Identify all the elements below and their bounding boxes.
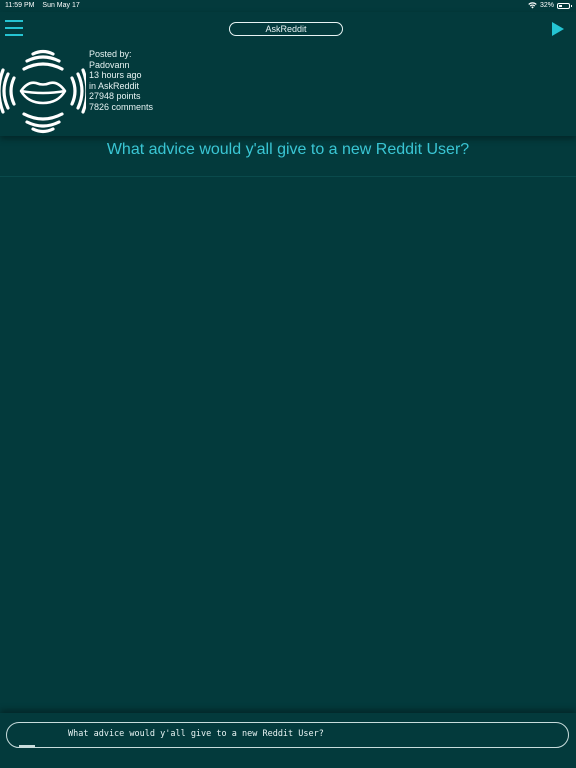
post-content-area — [0, 177, 576, 713]
bottom-player-bar: What advice would y'all give to a new Re… — [0, 713, 576, 768]
title-area: What advice would y'all give to a new Re… — [0, 136, 576, 177]
posted-by-label: Posted by: — [89, 49, 132, 59]
battery-percent: 32% — [539, 2, 554, 9]
post-header: AskReddit Posted by: Padovann 13 hours a… — [0, 12, 576, 136]
now-reading-field[interactable]: What advice would y'all give to a new Re… — [6, 722, 569, 748]
post-meta: Posted by: Padovann 13 hours ago in AskR… — [89, 49, 153, 113]
reading-progress-fill — [19, 745, 36, 747]
app-screen: 11:59 PM Sun May 17 32% AskReddit Posted… — [0, 0, 576, 768]
post-author[interactable]: Padovann — [89, 60, 153, 71]
status-time: 11:59 PM — [5, 2, 35, 9]
play-icon[interactable] — [552, 22, 564, 36]
hamburger-menu-icon[interactable] — [5, 20, 23, 36]
reading-progress-track[interactable] — [19, 745, 115, 747]
wifi-icon — [528, 2, 537, 9]
battery-level — [559, 4, 562, 7]
post-title: What advice would y'all give to a new Re… — [106, 141, 470, 158]
battery-icon — [557, 2, 572, 9]
status-right: 32% — [528, 2, 572, 9]
status-left: 11:59 PM Sun May 17 — [5, 2, 86, 9]
post-comments[interactable]: 7826 comments — [89, 102, 153, 113]
now-reading-text: What advice would y'all give to a new Re… — [68, 729, 324, 739]
post-time: 13 hours ago — [89, 70, 142, 81]
status-date: Sun May 17 — [42, 2, 80, 9]
status-bar: 11:59 PM Sun May 17 32% — [0, 0, 576, 12]
post-subreddit[interactable]: in AskReddit — [89, 81, 153, 92]
subreddit-button[interactable]: AskReddit — [229, 22, 343, 36]
speaking-lips-icon — [0, 49, 86, 134]
post-points: 27948 points — [89, 91, 141, 102]
subreddit-label: AskReddit — [265, 24, 307, 34]
